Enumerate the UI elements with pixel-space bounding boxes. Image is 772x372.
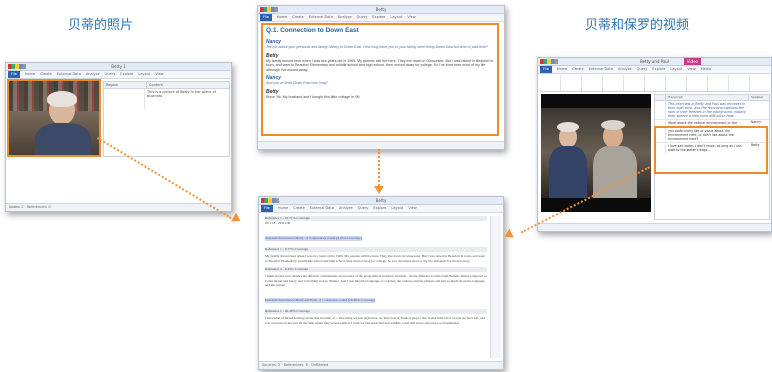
reference-text: I think it's just how distinct the diffe… [265,274,487,288]
tab-analyze[interactable]: Analyze [618,66,632,73]
reference-text: 00:1:18 - 00:01:30 [265,221,291,225]
tab-create[interactable]: Create [40,71,52,78]
status-bar: Sources: 2 · References: 6 · Unfiltered [259,361,503,369]
quick-access-toolbar[interactable] [540,59,558,64]
tab-external-data[interactable]: External Data [310,205,334,212]
media-timeline[interactable] [540,75,769,92]
arrowhead-icon [374,186,384,194]
question-text-2: And you've lived Down East how long? [266,81,328,86]
tab-layout[interactable]: Layout [391,205,403,212]
tab-view[interactable]: View [155,71,163,78]
quick-access-toolbar[interactable] [8,64,26,69]
tab-external-data[interactable]: External Data [57,71,81,78]
answer-text: My family moved here when I was two year… [266,58,494,72]
tab-query[interactable]: Query [637,66,648,73]
tab-analyze[interactable]: Analyze [339,205,353,212]
answer-text-2: Since '96. My husband and I bought this … [266,94,360,99]
window-titlebar: Betty [258,6,504,14]
tab-media[interactable]: Media [701,66,712,73]
window-titlebar: Betty [259,197,503,205]
caption-betty-photo: 贝蒂的照片 [68,18,134,33]
ribbon-tabs: File Home Create External Data Analyze Q… [6,71,231,79]
quick-access-toolbar[interactable] [260,7,278,12]
reference-label: Reference 1 - 0.77% Coverage [265,247,487,252]
tab-home[interactable]: Home [557,66,567,73]
reference-label: Reference 2 - 0.43% Coverage [265,267,487,273]
tab-external-data[interactable]: External Data [309,14,333,21]
caption-betty-paul-video: 贝蒂和保罗的视频 [585,18,690,33]
transcript-body: Q.1. Connection to Down East Nancy Tell … [266,27,494,134]
tab-create[interactable]: Create [292,14,304,21]
column-header-region[interactable]: Region [104,82,147,88]
tab-file[interactable]: File [261,205,273,212]
ribbon-tabs: File Home Create External Data Analyze Q… [259,205,503,213]
status-bar [538,223,771,231]
tab-layout[interactable]: Layout [390,14,402,21]
ribbon-tabs: File Home Create External Data Analyze Q… [258,14,504,22]
node-coding-window: Betty File Home Create External Data Ana… [258,196,504,370]
tab-view[interactable]: View [687,66,695,73]
tab-view[interactable]: View [408,205,416,212]
tab-home[interactable]: Home [25,71,35,78]
table-row[interactable]: This interview of Betty and Paul was rec… [655,101,769,120]
reference-text: I have kind of mixed feelings about that… [265,315,486,325]
quick-access-toolbar[interactable] [261,198,279,203]
reference-text: My family moved here when I was two year… [265,254,485,263]
tab-home[interactable]: Home [277,14,287,21]
coded-references: Reference 1 - 10.71% Coverage 00:1:18 - … [265,216,487,358]
question-text: Tell me about your personal and family h… [266,45,488,49]
transcript-heading: Q.1. Connection to Down East [266,27,359,34]
window-titlebar: Betty 1 [6,63,231,71]
tab-create[interactable]: Create [572,66,584,73]
table-row[interactable]: This is a picture of Betty in her place … [145,89,229,109]
tab-file[interactable]: File [260,14,272,21]
tab-analyze[interactable]: Analyze [86,71,100,78]
arrowhead-icon [231,212,243,226]
window-titlebar: Betty and Paul Video [538,58,771,66]
tab-explore[interactable]: Explore [652,66,665,73]
tab-view[interactable]: View [407,14,415,21]
tab-explore[interactable]: Explore [372,14,385,21]
column-header-content[interactable]: Content [147,82,229,88]
transcript-row-highlight [654,126,768,174]
dotted-arrow-icon [378,149,380,189]
tab-layout[interactable]: Layout [138,71,150,78]
status-bar: Nodes 1 · References: 0 [6,203,231,211]
tab-analyze[interactable]: Analyze [338,14,352,21]
tab-create[interactable]: Create [293,205,305,212]
vertical-scrollbar[interactable] [490,216,501,358]
status-bar [258,141,504,149]
reference-label: Reference 1 - 20.49% Coverage [265,308,487,314]
transcript-document-window: Betty File Home Create External Data Ana… [257,5,505,150]
photo-window: Betty 1 File Home Create External Data A… [5,62,232,212]
tab-query[interactable]: Query [105,71,116,78]
tab-query[interactable]: Query [357,14,368,21]
tab-file[interactable]: File [540,66,552,73]
column-header-speaker[interactable]: Speaker [749,95,769,100]
tab-explore[interactable]: Explore [120,71,133,78]
tab-file[interactable]: File [8,71,20,78]
tab-external-data[interactable]: External Data [589,66,613,73]
region-table: Region Content This is a picture of Bett… [103,81,230,157]
source-link[interactable]: Internals\\Interviews\\Betty and Paul - … [265,297,376,303]
tab-home[interactable]: Home [278,205,288,212]
tab-layout[interactable]: Layout [670,66,682,73]
source-link[interactable]: Internals\\Interviews\\Betty - § 3 refer… [265,236,362,241]
ribbon-tabs: File Home Create External Data Analyze Q… [538,66,771,74]
photo-highlight [7,79,101,157]
tab-video-tools[interactable]: Video [683,58,701,65]
tab-query[interactable]: Query [358,205,369,212]
tab-explore[interactable]: Explore [373,205,386,212]
column-header-transcript[interactable]: Transcript [666,95,749,100]
